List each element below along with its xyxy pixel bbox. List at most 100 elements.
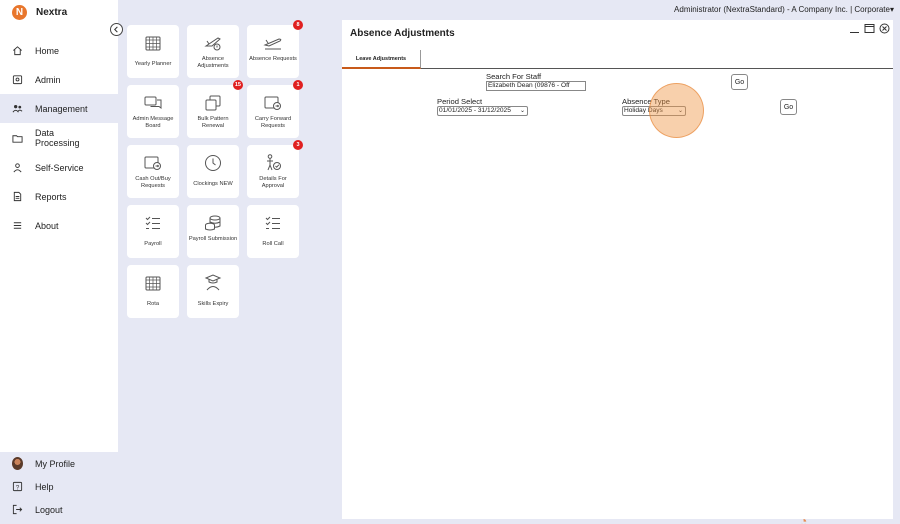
maximize-icon [864, 24, 875, 33]
plane-alert-icon [203, 33, 223, 53]
absence-type-value: Holiday Days [624, 107, 663, 114]
topbar-user-info[interactable]: Administrator (NextraStandard) - A Compa… [674, 5, 894, 14]
checklist-icon [263, 213, 283, 233]
copy-icon [203, 93, 223, 113]
tile-label: Cash Out/Buy Requests [135, 176, 171, 189]
search-go-button[interactable]: Go [731, 74, 748, 90]
sidebar-item-admin[interactable]: Admin [0, 65, 118, 94]
chevron-down-icon: ⌄ [519, 108, 525, 114]
tile-label: Details For Approval [259, 176, 287, 189]
search-for-staff-label: Search For Staff [486, 72, 542, 81]
calendar-icon [143, 273, 163, 293]
folder-icon [12, 133, 23, 144]
notification-badge: 1 [293, 80, 303, 90]
svg-text:?: ? [16, 484, 20, 491]
tile-label: Bulk Pattern Renewal [197, 116, 229, 129]
tab-bar: Leave Adjustments [342, 50, 893, 69]
tile-label: Yearly Planner [134, 61, 172, 67]
tile-roll-call[interactable]: Roll Call [247, 205, 299, 258]
absence-type-label: Absence Type [622, 97, 670, 106]
sidebar-item-label: Data Processing [35, 128, 80, 148]
help-icon: ? [12, 481, 23, 492]
sidebar-item-data-processing[interactable]: Data Processing [0, 123, 118, 153]
tile-label: Skills Expiry [197, 301, 229, 307]
sidebar-item-label: Help [35, 481, 54, 492]
tile-details-for-approval[interactable]: 3 Details For Approval [247, 140, 303, 198]
sidebar-item-label: My Profile [35, 458, 76, 469]
chevron-down-icon: ⌄ [677, 108, 683, 114]
home-icon [12, 45, 23, 56]
notification-badge: 15 [232, 80, 243, 90]
sidebar-item-about[interactable]: About [0, 211, 118, 240]
tab-leave-adjustments[interactable]: Leave Adjustments [342, 50, 421, 69]
tile-label: Carry Forward Requests [254, 116, 292, 129]
graduate-icon [203, 273, 223, 293]
nextra-logo-icon: N [12, 5, 27, 20]
sidebar-item-self-service[interactable]: Self-Service [0, 153, 118, 182]
tile-rota[interactable]: Rota [127, 265, 179, 318]
filter-go-button[interactable]: Go [780, 99, 797, 115]
brand: N Nextra [12, 5, 67, 20]
calendar-icon [143, 33, 163, 53]
tile-clockings-new[interactable]: Clockings NEW [187, 145, 239, 198]
sidebar-item-label: About [35, 220, 59, 231]
checklist-icon [143, 213, 163, 233]
menu-icon [12, 220, 23, 231]
minimize-icon [850, 32, 859, 33]
cashout-icon [143, 153, 163, 173]
tile-cash-out-buy-requests[interactable]: Cash Out/Buy Requests [127, 145, 179, 198]
tile-payroll[interactable]: Payroll [127, 205, 179, 258]
sidebar-item-home[interactable]: Home [0, 36, 118, 65]
period-select-value: 01/01/2025 - 31/12/2025 [439, 107, 511, 114]
window-controls [849, 23, 890, 34]
tile-label: Payroll [144, 241, 162, 247]
person-icon [12, 162, 23, 173]
tile-admin-message-board[interactable]: Admin Message Board [127, 85, 179, 138]
tile-label: Clockings NEW [193, 181, 233, 187]
tile-absence-adjustments[interactable]: Absence Adjustments [187, 25, 239, 78]
messages-icon [143, 93, 163, 113]
minimize-button[interactable] [849, 23, 860, 34]
collapse-sidebar-button[interactable] [110, 23, 123, 36]
footer-logo: ◔ [800, 514, 811, 524]
tile-bulk-pattern-renewal[interactable]: 15 Bulk Pattern Renewal [187, 80, 243, 138]
tile-yearly-planner[interactable]: Yearly Planner [127, 25, 179, 78]
logout-icon [12, 504, 23, 515]
absence-adjustments-panel: Absence Adjustments Leave Adjustments Se… [342, 20, 893, 519]
coins-icon [203, 213, 223, 233]
sidebar-item-label: Admin [35, 74, 61, 85]
sidebar-item-reports[interactable]: Reports [0, 182, 118, 211]
clock-icon [203, 153, 223, 173]
sidebar-item-label: Self-Service [35, 162, 84, 173]
close-button[interactable] [879, 23, 890, 34]
tile-skills-expiry[interactable]: Skills Expiry [187, 265, 239, 318]
tile-carry-forward-requests[interactable]: 1 Carry Forward Requests [247, 80, 303, 138]
sidebar-item-label: Home [35, 45, 60, 56]
tile-label: Payroll Submission [188, 236, 238, 242]
approval-icon [263, 153, 283, 173]
period-select[interactable]: 01/01/2025 - 31/12/2025 ⌄ [437, 106, 528, 116]
sidebar-nav: Home Admin Management Data Processing Se… [0, 36, 118, 240]
sidebar-item-my-profile[interactable]: My Profile [0, 452, 118, 475]
tile-label: Rota [146, 301, 159, 307]
admin-icon [12, 74, 23, 85]
sidebar-item-management[interactable]: Management [0, 94, 118, 123]
sidebar-item-label: Logout [35, 504, 63, 515]
chevron-left-icon [114, 26, 118, 33]
tile-absence-requests[interactable]: 8 Absence Requests [247, 20, 303, 78]
close-icon [879, 23, 890, 34]
management-icon [12, 103, 23, 114]
sidebar-item-help[interactable]: ? Help [0, 475, 118, 498]
tile-label: Roll Call [262, 241, 284, 247]
notification-badge: 8 [293, 20, 303, 30]
sidebar: N Nextra Home Admin Management Data Proc… [0, 0, 118, 524]
avatar [12, 457, 23, 470]
sidebar-item-logout[interactable]: Logout [0, 498, 118, 521]
maximize-button[interactable] [864, 23, 875, 34]
staff-search-input[interactable]: Elizabeth Dean (09876 - Off [486, 81, 586, 91]
sidebar-item-label: Reports [35, 191, 67, 202]
sidebar-item-label: Management [35, 103, 88, 114]
tile-payroll-submission[interactable]: Payroll Submission [187, 205, 239, 258]
forward-icon [263, 93, 283, 113]
absence-type-select[interactable]: Holiday Days ⌄ [622, 106, 686, 116]
